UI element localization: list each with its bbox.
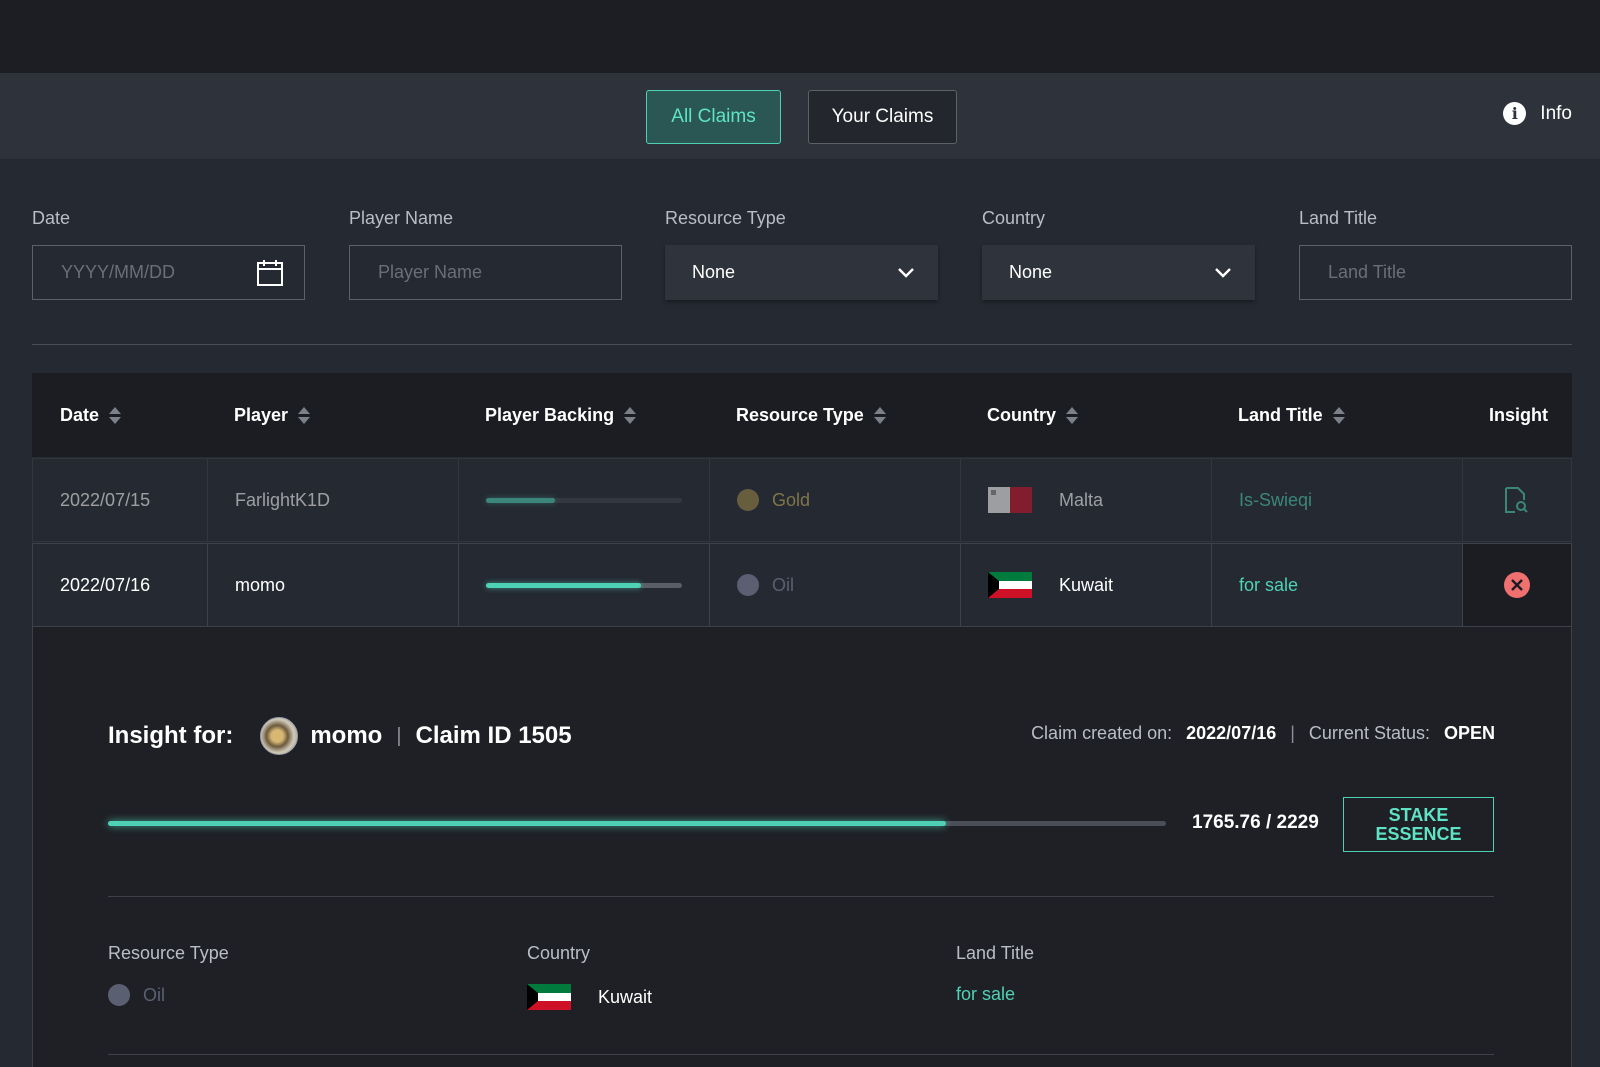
sort-icon [298, 406, 311, 424]
insight-title: Insight for: [108, 722, 234, 749]
land-title-placeholder: Land Title [1328, 262, 1407, 282]
claim-meta: Claim created on: 2022/07/16 | Current S… [1031, 723, 1495, 743]
country-selected: None [1009, 262, 1053, 282]
country-filter-label: Country [982, 208, 1046, 228]
resource-type-selected: None [692, 262, 736, 282]
status-label: Current Status: [1308, 723, 1430, 743]
sort-icon [624, 406, 637, 424]
resource-dot-icon [108, 984, 130, 1006]
info-label: Info [1540, 102, 1572, 124]
column-header-resource-type[interactable]: Resource Type [736, 373, 886, 457]
progress-text: 1765.76 / 2229 [1192, 812, 1319, 833]
column-header-insight: Insight [1489, 404, 1548, 425]
malta-flag-icon [988, 487, 1032, 513]
insight-bottom-divider [108, 1054, 1494, 1055]
close-circle-icon [1504, 572, 1530, 598]
insight-button[interactable] [1503, 459, 1529, 541]
detail-country-value: Kuwait [527, 984, 652, 1010]
sort-icon [109, 406, 122, 424]
calendar-icon[interactable] [256, 259, 284, 287]
status-value: OPEN [1443, 723, 1495, 743]
insight-panel [32, 627, 1572, 1067]
created-value: 2022/07/16 [1186, 723, 1277, 743]
stake-essence-button[interactable]: STAKE ESSENCE [1343, 797, 1494, 852]
date-placeholder: YYYY/MM/DD [61, 262, 176, 282]
column-header-player-backing[interactable]: Player Backing [485, 373, 637, 457]
player-name-filter-label: Player Name [349, 208, 454, 228]
player-name-placeholder: Player Name [378, 262, 483, 282]
column-header-player[interactable]: Player [234, 373, 311, 457]
country-select[interactable]: None [982, 245, 1255, 300]
row-player: FarlightK1D [235, 489, 331, 510]
claim-progress-bar [108, 821, 1166, 826]
detail-resource-label: Resource Type [108, 943, 229, 963]
resource-dot-icon [737, 574, 759, 596]
table-header: Date Player Player Backing Resource Type… [32, 373, 1572, 457]
detail-land-title-value[interactable]: for sale [956, 984, 1015, 1005]
chevron-down-icon [898, 267, 914, 278]
info-icon: i [1503, 102, 1527, 125]
tab-all-claims[interactable]: All Claims [646, 90, 781, 144]
kuwait-flag-icon [988, 572, 1032, 598]
tab-your-claims[interactable]: Your Claims [808, 90, 957, 144]
date-filter-input[interactable]: YYYY/MM/DD [32, 245, 305, 300]
row-country: Kuwait [988, 544, 1113, 626]
table-row-selected[interactable]: 2022/07/16 momo Oil Kuwait for sale [32, 543, 1572, 627]
info-button[interactable]: i Info [1503, 102, 1572, 125]
date-filter-label: Date [32, 208, 71, 228]
resource-dot-icon [737, 489, 759, 511]
claim-id: Claim ID 1505 [415, 722, 572, 749]
resource-type-filter-label: Resource Type [665, 208, 786, 228]
backing-bar [486, 544, 682, 626]
created-label: Claim created on: [1031, 723, 1173, 743]
table-row[interactable]: 2022/07/15 FarlightK1D Gold Malta Is-Swi… [32, 458, 1572, 542]
insight-header: Insight for: momo | Claim ID 1505 [108, 717, 572, 755]
chevron-down-icon [1215, 267, 1231, 278]
land-title-filter-label: Land Title [1299, 208, 1378, 228]
sort-icon [1066, 406, 1078, 424]
detail-resource-value: Oil [108, 984, 165, 1006]
row-date: 2022/07/16 [60, 574, 151, 595]
avatar [260, 717, 299, 755]
resource-type-select[interactable]: None [665, 245, 938, 300]
column-header-land-title[interactable]: Land Title [1238, 373, 1345, 457]
column-header-country[interactable]: Country [987, 373, 1078, 457]
row-land-title[interactable]: for sale [1239, 544, 1298, 626]
insight-divider [108, 896, 1494, 897]
filter-divider [32, 344, 1572, 345]
sort-icon [873, 406, 886, 424]
top-bar [0, 0, 1600, 73]
sort-icon [1332, 406, 1345, 424]
close-insight-button[interactable] [1503, 544, 1531, 626]
document-search-icon [1505, 487, 1528, 513]
detail-country-label: Country [527, 943, 591, 963]
row-player: momo [235, 574, 286, 595]
row-resource: Oil [737, 544, 794, 626]
tab-bar: All Claims Your Claims i Info [0, 73, 1600, 159]
row-resource: Gold [737, 459, 810, 541]
insight-player: momo [310, 722, 383, 749]
backing-bar [486, 459, 682, 541]
row-date: 2022/07/15 [60, 489, 151, 510]
row-land-title[interactable]: Is-Swieqi [1239, 459, 1312, 541]
player-name-input[interactable]: Player Name [349, 245, 622, 300]
detail-land-title-label: Land Title [956, 943, 1035, 963]
column-header-date[interactable]: Date [60, 373, 122, 457]
kuwait-flag-icon [527, 984, 571, 1010]
land-title-input[interactable]: Land Title [1299, 245, 1572, 300]
row-country: Malta [988, 459, 1103, 541]
